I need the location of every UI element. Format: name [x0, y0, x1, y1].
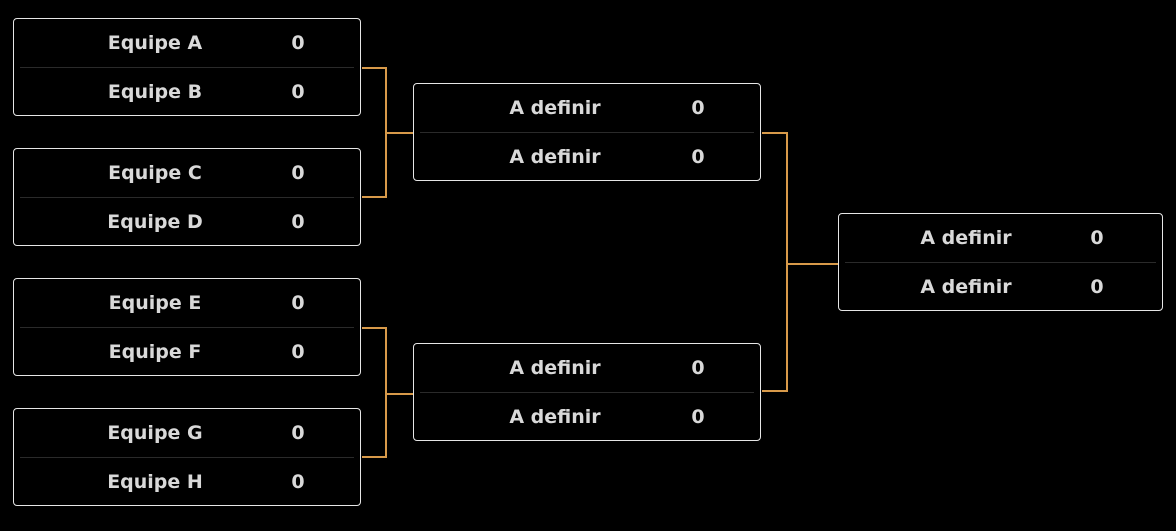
team-row[interactable]: Equipe G 0 — [20, 409, 354, 458]
match-card-round2-2: A definir 0 A definir 0 — [413, 343, 761, 441]
team-score: 0 — [291, 422, 305, 444]
team-name: A definir — [509, 406, 601, 428]
team-name: A definir — [509, 146, 601, 168]
team-row[interactable]: Equipe C 0 — [20, 149, 354, 198]
team-row[interactable]: Equipe B 0 — [20, 68, 354, 116]
team-score: 0 — [691, 146, 705, 168]
bracket-connector — [362, 67, 387, 69]
bracket-connector — [786, 132, 788, 392]
team-score: 0 — [291, 292, 305, 314]
bracket-connector — [762, 132, 788, 134]
bracket-connector — [362, 327, 387, 329]
team-name: A definir — [920, 276, 1012, 298]
team-row[interactable]: Equipe E 0 — [20, 279, 354, 328]
team-row[interactable]: A definir 0 — [420, 84, 754, 133]
bracket-connector — [385, 132, 413, 134]
team-score: 0 — [691, 406, 705, 428]
team-name: Equipe A — [107, 32, 203, 54]
team-name: Equipe G — [107, 422, 203, 444]
match-card-round1-2: Equipe C 0 Equipe D 0 — [13, 148, 361, 246]
team-name: A definir — [509, 97, 601, 119]
team-row[interactable]: Equipe H 0 — [20, 458, 354, 506]
team-row[interactable]: Equipe F 0 — [20, 328, 354, 376]
team-name: A definir — [920, 227, 1012, 249]
match-card-round1-1: Equipe A 0 Equipe B 0 — [13, 18, 361, 116]
team-score: 0 — [691, 97, 705, 119]
team-name: Equipe H — [107, 471, 203, 493]
team-score: 0 — [291, 471, 305, 493]
match-card-round1-4: Equipe G 0 Equipe H 0 — [13, 408, 361, 506]
team-row[interactable]: Equipe A 0 — [20, 19, 354, 68]
team-name: Equipe D — [107, 211, 203, 233]
bracket-connector — [385, 393, 413, 395]
team-row[interactable]: A definir 0 — [420, 344, 754, 393]
team-score: 0 — [1090, 276, 1104, 298]
match-card-round1-3: Equipe E 0 Equipe F 0 — [13, 278, 361, 376]
team-row[interactable]: A definir 0 — [420, 133, 754, 181]
bracket-connector — [786, 263, 838, 265]
bracket-connector — [362, 196, 387, 198]
team-row[interactable]: A definir 0 — [845, 263, 1156, 311]
bracket-connector — [762, 390, 788, 392]
team-score: 0 — [291, 81, 305, 103]
team-score: 0 — [291, 162, 305, 184]
team-name: Equipe F — [108, 341, 202, 363]
bracket-connector — [362, 456, 387, 458]
team-score: 0 — [691, 357, 705, 379]
team-score: 0 — [1090, 227, 1104, 249]
team-score: 0 — [291, 341, 305, 363]
team-row[interactable]: A definir 0 — [420, 393, 754, 441]
team-row[interactable]: A definir 0 — [845, 214, 1156, 263]
team-name: Equipe B — [107, 81, 203, 103]
team-score: 0 — [291, 211, 305, 233]
team-name: Equipe E — [108, 292, 202, 314]
team-row[interactable]: Equipe D 0 — [20, 198, 354, 246]
team-score: 0 — [291, 32, 305, 54]
team-name: Equipe C — [108, 162, 202, 184]
match-card-round2-1: A definir 0 A definir 0 — [413, 83, 761, 181]
team-name: A definir — [509, 357, 601, 379]
match-card-final: A definir 0 A definir 0 — [838, 213, 1163, 311]
